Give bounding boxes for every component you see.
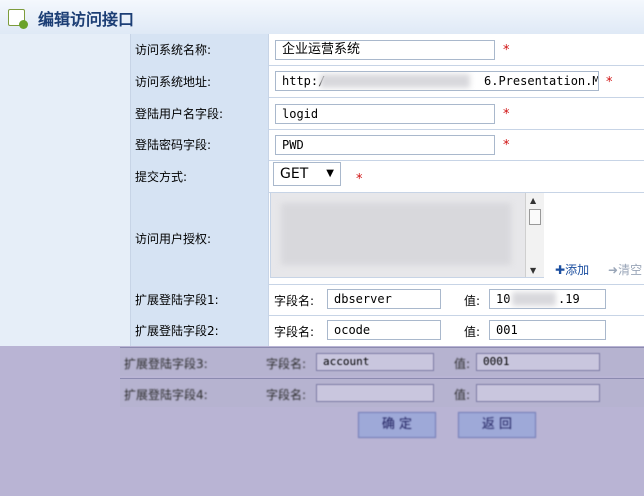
username-field-input[interactable]: logid bbox=[275, 104, 495, 124]
add-user-button[interactable]: ✚添加 bbox=[555, 261, 589, 278]
edit-form: 访问系统名称: 企业运营系统 * 访问系统地址: http:/ 6.Presen… bbox=[130, 34, 644, 347]
page-title: 编辑访问接口 bbox=[38, 10, 135, 29]
clear-users-button[interactable]: ➜清空 bbox=[608, 261, 642, 278]
system-url-start: http:/ bbox=[282, 74, 326, 88]
row-username-field: 登陆用户名字段: logid * bbox=[131, 97, 644, 130]
submit-method-value: GET bbox=[280, 166, 309, 182]
submit-method-select[interactable]: GET ▼ bbox=[273, 162, 341, 186]
chevron-down-icon: ▼ bbox=[326, 168, 334, 179]
password-field-input[interactable]: PWD bbox=[275, 135, 495, 155]
redacted-region bbox=[512, 292, 556, 306]
username-field-label: 登陆用户名字段: bbox=[131, 97, 269, 129]
row-system-name: 访问系统名称: 企业运营系统 * bbox=[131, 34, 644, 66]
user-auth-label: 访问用户授权: bbox=[131, 192, 269, 284]
ext-field-1-value-input[interactable]: 10 .19 bbox=[489, 289, 606, 309]
field-value-label: 值: bbox=[454, 357, 471, 371]
password-field-label: 登陆密码字段: bbox=[131, 129, 269, 160]
listbox-scrollbar[interactable]: ▲ ▼ bbox=[525, 193, 544, 277]
confirm-button[interactable]: 确 定 bbox=[358, 412, 436, 438]
ext-field-4-value-input[interactable] bbox=[476, 384, 600, 402]
scroll-down-icon[interactable]: ▼ bbox=[530, 266, 536, 275]
field-value-label: 值: bbox=[454, 388, 471, 402]
ext-field-3-label: 扩展登陆字段3: bbox=[124, 357, 208, 371]
system-url-input[interactable]: http:/ 6.Presentation.Ma bbox=[275, 71, 599, 91]
row-ext-field-4: 扩展登陆字段4: 字段名: 值: bbox=[120, 378, 644, 407]
row-ext-field-2: 扩展登陆字段2: 字段名: ocode 值: 001 bbox=[131, 315, 644, 347]
required-mark: * bbox=[503, 107, 510, 122]
row-system-url: 访问系统地址: http:/ 6.Presentation.Ma * bbox=[131, 65, 644, 98]
system-name-label: 访问系统名称: bbox=[131, 34, 269, 65]
field-name-label: 字段名: bbox=[274, 294, 315, 308]
ext-field-1-name-input[interactable]: dbserver bbox=[327, 289, 441, 309]
required-mark: * bbox=[606, 75, 613, 90]
edit-page-icon bbox=[8, 9, 28, 29]
redacted-region bbox=[320, 74, 470, 88]
system-url-end: 6.Presentation.Ma bbox=[484, 74, 599, 88]
scroll-up-icon[interactable]: ▲ bbox=[530, 196, 536, 205]
system-name-input[interactable]: 企业运营系统 bbox=[275, 40, 495, 60]
system-url-label: 访问系统地址: bbox=[131, 65, 269, 97]
ext-field-2-label: 扩展登陆字段2: bbox=[131, 315, 269, 346]
clear-label: 清空 bbox=[618, 263, 643, 277]
ext-field-4-label: 扩展登陆字段4: bbox=[124, 388, 208, 402]
ext1-value-start: 10 bbox=[496, 292, 511, 306]
scroll-thumb[interactable] bbox=[529, 209, 541, 225]
ext-field-3-value-input[interactable]: 0001 bbox=[476, 353, 600, 371]
plus-icon: ✚ bbox=[555, 263, 566, 277]
row-ext-field-1: 扩展登陆字段1: 字段名: dbserver 值: 10 .19 bbox=[131, 284, 644, 316]
ext-field-1-label: 扩展登陆字段1: bbox=[131, 284, 269, 315]
add-label: 添加 bbox=[565, 263, 590, 277]
field-name-label: 字段名: bbox=[274, 325, 315, 339]
clear-arrow-icon: ➜ bbox=[608, 263, 619, 277]
user-auth-listbox[interactable]: ▲ ▼ bbox=[270, 192, 544, 278]
row-submit-method: 提交方式: GET ▼ * bbox=[131, 160, 644, 193]
field-name-label: 字段名: bbox=[266, 388, 307, 402]
row-password-field: 登陆密码字段: PWD * bbox=[131, 129, 644, 161]
row-user-auth: 访问用户授权: ▲ ▼ ✚添加 ➜清空 bbox=[131, 192, 644, 285]
field-value-label: 值: bbox=[464, 294, 481, 308]
ext1-value-end: .19 bbox=[558, 292, 580, 306]
ext-field-4-name-input[interactable] bbox=[316, 384, 434, 402]
back-button[interactable]: 返 回 bbox=[458, 412, 536, 438]
title-bar: 编辑访问接口 bbox=[0, 0, 644, 34]
redacted-region bbox=[281, 203, 511, 265]
required-mark: * bbox=[356, 172, 363, 187]
field-value-label: 值: bbox=[464, 325, 481, 339]
ext-field-2-value-input[interactable]: 001 bbox=[489, 320, 606, 340]
field-name-label: 字段名: bbox=[266, 357, 307, 371]
required-mark: * bbox=[503, 43, 510, 58]
ext-field-3-name-input[interactable]: account bbox=[316, 353, 434, 371]
row-ext-field-3: 扩展登陆字段3: 字段名: account 值: 0001 bbox=[120, 347, 644, 376]
ext-field-2-name-input[interactable]: ocode bbox=[327, 320, 441, 340]
required-mark: * bbox=[503, 138, 510, 153]
